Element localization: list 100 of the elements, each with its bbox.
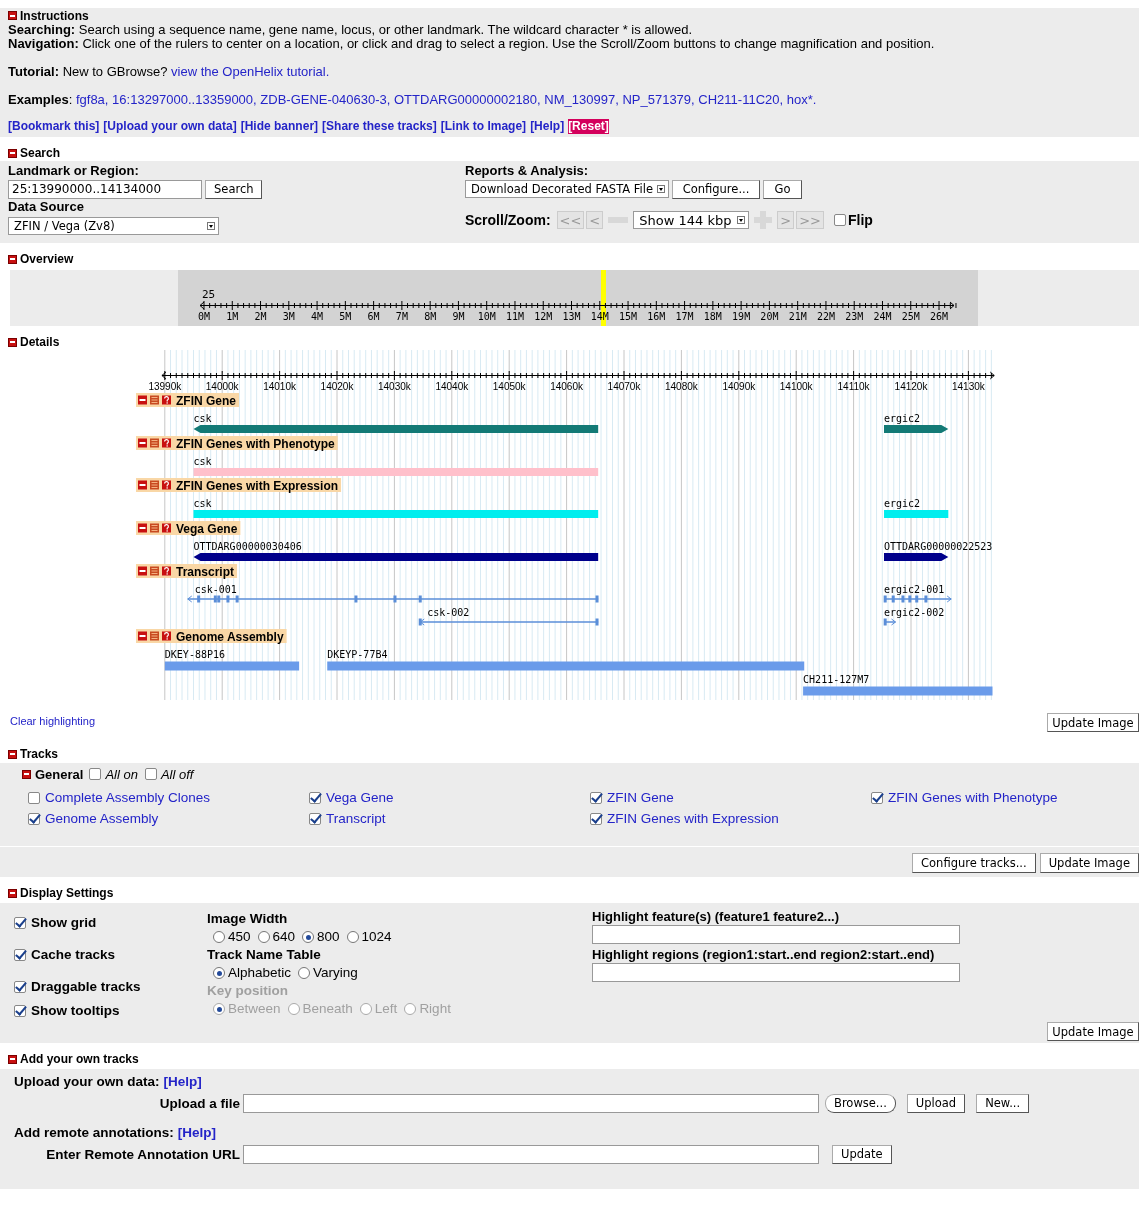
minus-icon[interactable] [8, 1054, 17, 1064]
clear-highlighting-link[interactable]: Clear highlighting [10, 715, 95, 727]
radio-button[interactable] [298, 967, 311, 979]
minus-icon[interactable] [138, 480, 147, 490]
help-link[interactable]: [Help] [163, 1073, 202, 1090]
minus-icon[interactable] [138, 395, 147, 405]
action-link[interactable]: [Hide banner] [240, 119, 319, 134]
minus-icon[interactable] [8, 11, 17, 20]
help-icon[interactable] [162, 631, 171, 641]
browse-button[interactable]: Browse... [825, 1093, 896, 1113]
minus-icon[interactable] [8, 148, 17, 158]
landmark-field[interactable]: 25:13990000..14134000 [8, 179, 202, 199]
action-link[interactable]: [Link to Image] [440, 119, 527, 134]
help-icon[interactable] [162, 566, 171, 576]
example-link[interactable]: fgf8a, [75, 92, 109, 107]
checkbox[interactable] [14, 980, 26, 993]
transcript-model[interactable] [187, 595, 599, 603]
tutorial-link[interactable]: view the OpenHelix tutorial. [171, 64, 330, 79]
update-image-button[interactable]: Update Image [1039, 853, 1139, 873]
track-name[interactable]: ZFIN Genes with Expression [176, 478, 339, 493]
example-link[interactable]: CH211-11C20, [698, 92, 784, 107]
checkbox[interactable] [871, 791, 883, 804]
highlight-regions-field[interactable] [592, 963, 960, 982]
checkbox-label[interactable]: All on [105, 766, 138, 782]
feed-icon[interactable] [150, 438, 159, 448]
track-name[interactable]: ZFIN Gene [176, 393, 236, 408]
transcript-model[interactable] [418, 618, 599, 626]
checkbox[interactable] [14, 1004, 26, 1017]
minus-icon[interactable] [138, 566, 147, 576]
track-link[interactable]: Genome Assembly [45, 811, 159, 826]
help-icon[interactable] [162, 523, 171, 533]
example-link[interactable]: OTTDARG00000002180, [394, 92, 541, 107]
zoom-dropdown[interactable]: Show 144 kbp [633, 211, 750, 229]
minus-icon[interactable] [138, 438, 147, 448]
configure-button[interactable]: Configure... [672, 179, 760, 199]
track-link[interactable]: Complete Assembly Clones [45, 790, 211, 805]
ruler-axis[interactable] [199, 300, 957, 311]
track-link[interactable]: ZFIN Genes with Expression [607, 811, 779, 826]
feed-icon[interactable] [150, 480, 159, 490]
report-dropdown[interactable]: Download Decorated FASTA File [465, 180, 669, 198]
new-button[interactable]: New... [976, 1093, 1030, 1113]
radio-button[interactable] [346, 931, 359, 943]
action-link[interactable]: [Upload your own data] [103, 119, 237, 134]
radio-label[interactable]: 1024 [361, 928, 392, 946]
minus-icon[interactable] [138, 523, 147, 533]
track-name[interactable]: Genome Assembly [176, 629, 284, 644]
checkbox[interactable] [590, 791, 602, 804]
minus-icon[interactable] [138, 631, 147, 641]
radio-label[interactable]: 450 [228, 928, 251, 946]
radio-label[interactable]: 800 [317, 928, 340, 946]
track-link[interactable]: ZFIN Genes with Phenotype [888, 790, 1058, 805]
minus-icon[interactable] [8, 254, 17, 264]
transcript-model[interactable] [883, 618, 897, 626]
checkbox[interactable] [144, 768, 157, 780]
example-link[interactable]: ZDB-GENE-040630-3, [260, 92, 391, 107]
radio-button[interactable] [257, 931, 270, 943]
checkbox[interactable] [89, 768, 102, 780]
track-name[interactable]: Transcript [176, 564, 235, 579]
radio-button[interactable] [302, 931, 315, 943]
feed-icon[interactable] [150, 566, 159, 576]
action-link[interactable]: [Help] [530, 119, 565, 134]
checkbox[interactable] [309, 812, 321, 825]
minus-icon[interactable] [8, 888, 17, 898]
url-field[interactable] [243, 1144, 819, 1164]
feed-icon[interactable] [150, 631, 159, 641]
highlight-features-field[interactable] [592, 925, 960, 944]
radio-button[interactable] [213, 967, 225, 979]
help-link[interactable]: [Help] [177, 1124, 216, 1141]
data-source-dropdown[interactable]: ZFIN / Vega (Zv8) [8, 217, 219, 235]
update-image-button[interactable]: Update Image [1047, 713, 1139, 732]
track-link[interactable]: Transcript [326, 811, 386, 826]
action-link[interactable]: [Bookmark this] [8, 119, 100, 134]
radio-button[interactable] [213, 931, 225, 943]
checkbox[interactable] [590, 812, 602, 825]
action-link[interactable]: [Share these tracks] [322, 119, 437, 134]
upload-button[interactable]: Upload [906, 1093, 966, 1113]
update-image-button[interactable]: Update Image [1047, 1022, 1139, 1041]
radio-label[interactable]: 640 [272, 928, 296, 946]
radio-label[interactable]: Alphabetic [228, 964, 292, 982]
feed-icon[interactable] [150, 395, 159, 405]
track-name[interactable]: ZFIN Genes with Phenotype [176, 436, 335, 451]
checkbox[interactable] [28, 791, 40, 804]
track-link[interactable]: ZFIN Gene [607, 790, 674, 805]
ruler-axis[interactable] [161, 370, 995, 381]
configure-tracks-button[interactable]: Configure tracks... [912, 853, 1036, 873]
file-field[interactable] [243, 1093, 819, 1113]
checkbox[interactable] [14, 916, 26, 929]
example-link[interactable]: hox*. [786, 92, 817, 107]
feed-icon[interactable] [150, 523, 159, 533]
example-link[interactable]: 16:13297000..13359000, [112, 92, 257, 107]
help-icon[interactable] [162, 395, 171, 405]
transcript-model[interactable] [883, 595, 952, 603]
checkbox[interactable] [309, 791, 321, 804]
search-button[interactable]: Search [205, 179, 262, 199]
update-button[interactable]: Update [832, 1144, 892, 1164]
checkbox-label[interactable]: Draggable tracks [31, 979, 141, 994]
minus-icon[interactable] [22, 769, 31, 779]
checkbox[interactable] [833, 214, 846, 226]
radio-label[interactable]: Varying [313, 964, 358, 982]
minus-icon[interactable] [8, 337, 17, 347]
